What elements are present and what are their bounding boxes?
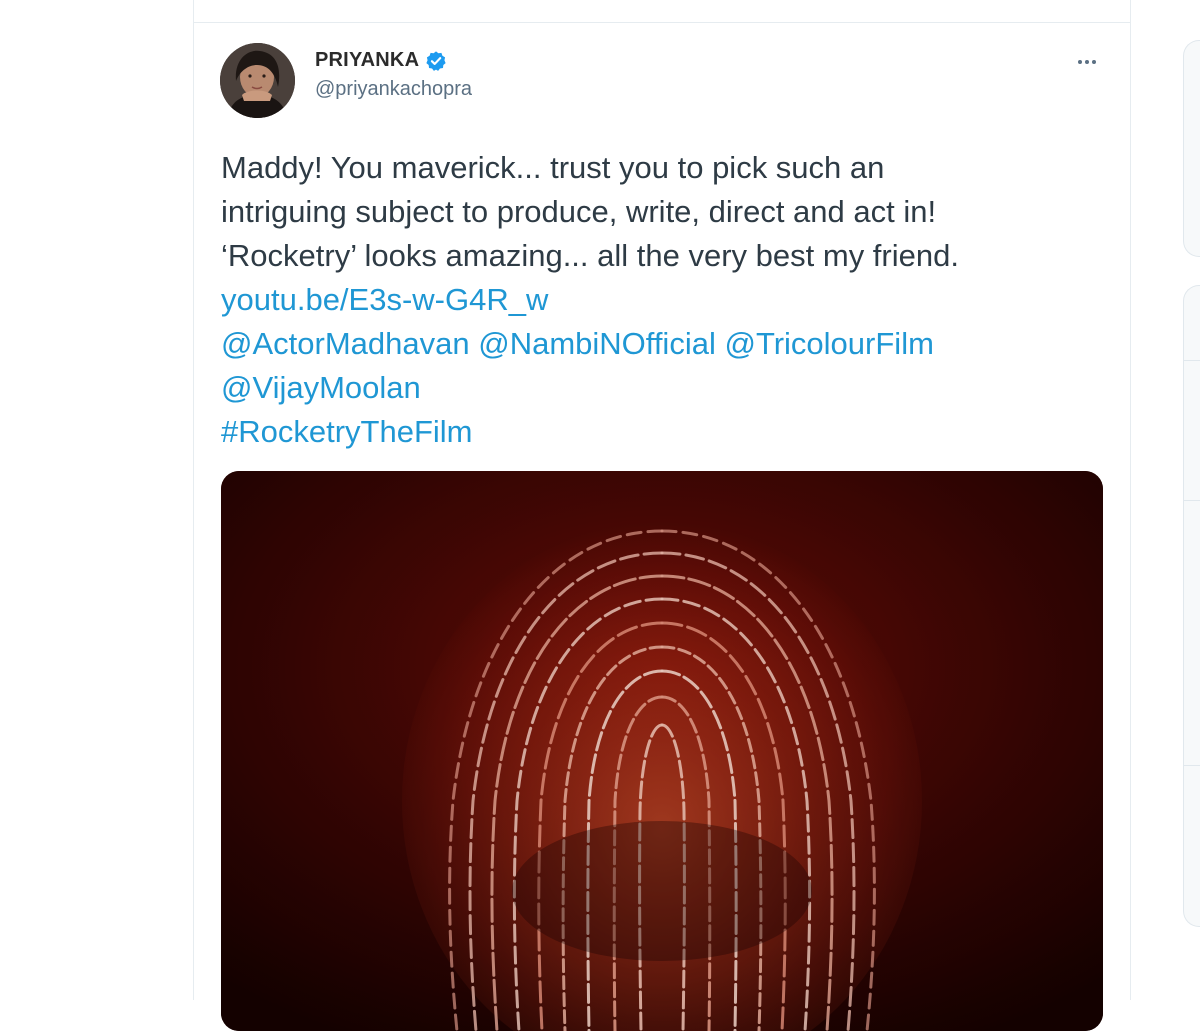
twitter-page: PRIYANKA @priyankachopra Maddy! You mave… [0,0,1200,1031]
tweet-text-line: Maddy! You maverick... trust you to pick… [221,150,885,185]
sidebar-divider [1183,360,1200,361]
mention-link[interactable]: @NambiNOfficial [478,326,716,361]
sidebar-card[interactable] [1183,285,1200,927]
tweet-text: Maddy! You maverick... trust you to pick… [221,146,1101,454]
avatar-image [220,43,295,118]
mention-link[interactable]: @TricolourFilm [724,326,933,361]
tweet[interactable]: PRIYANKA @priyankachopra Maddy! You mave… [194,23,1130,1031]
tweet-media-image[interactable] [221,471,1103,1031]
sidebar-card[interactable] [1183,40,1200,257]
tweet-text-line: intriguing subject to produce, write, di… [221,194,937,229]
more-options-icon[interactable] [1072,51,1102,73]
tweet-text-line: ‘Rocketry’ looks amazing... all the very… [221,238,959,273]
mention-link[interactable]: @ActorMadhavan [221,326,470,361]
fingerprint-poster-image [221,471,1103,1031]
youtube-link[interactable]: youtu.be/E3s-w-G4R_w [221,278,1101,322]
sidebar-divider [1183,765,1200,766]
display-name[interactable]: PRIYANKA [315,49,419,72]
sidebar-divider [1183,500,1200,501]
timeline-right-border [1130,0,1131,1000]
user-handle[interactable]: @priyankachopra [315,78,472,101]
hashtag-link[interactable]: #RocketryTheFilm [221,410,1101,454]
verified-badge-icon [425,50,447,72]
mention-link[interactable]: @VijayMoolan [221,366,1101,410]
avatar[interactable] [220,43,295,118]
tweet-author[interactable]: PRIYANKA @priyankachopra [315,49,472,101]
